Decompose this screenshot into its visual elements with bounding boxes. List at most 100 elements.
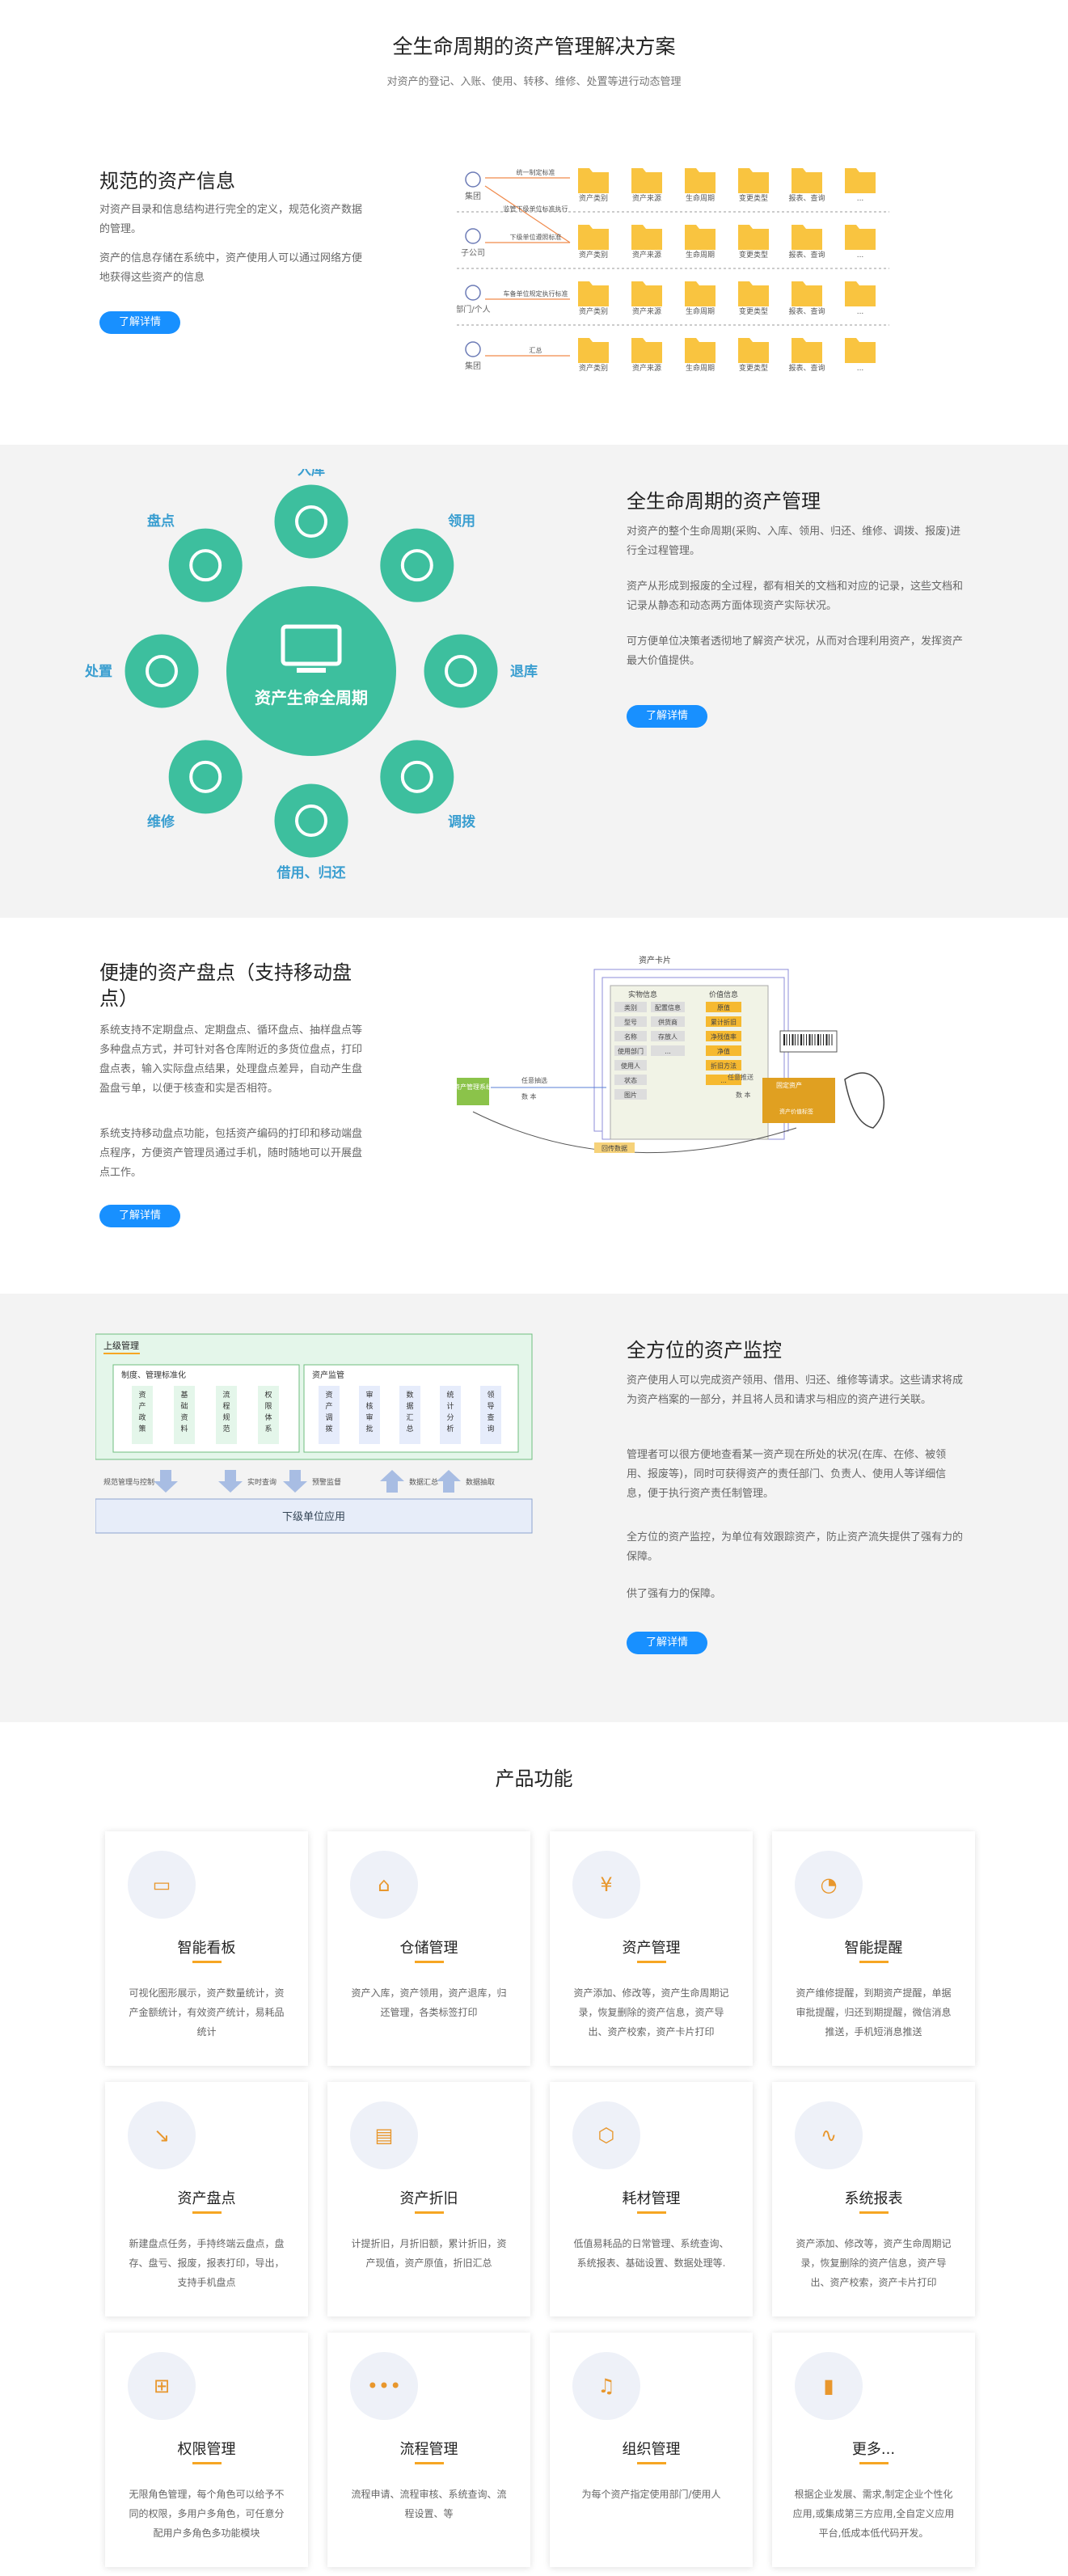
value-label: 净值 xyxy=(717,1047,730,1055)
field-label: ... xyxy=(665,1048,671,1055)
barcode-bar xyxy=(812,1034,813,1045)
monitor-stand xyxy=(297,668,326,673)
product-desc: 资产添加、修改等，资产生命周期记录，恢复删除的资产信息，资产导出、资产校索，资产… xyxy=(796,2238,952,2288)
gear-icon xyxy=(166,737,245,817)
field-label: 状态 xyxy=(624,1076,637,1084)
flow-arrow xyxy=(380,1470,404,1493)
field-label: 使用部门 xyxy=(618,1047,644,1055)
folder-icon xyxy=(578,225,609,250)
product-card[interactable]: ⌂ 仓储管理 资产入库，资产领用，资产退库，归还管理，各类标签打印 xyxy=(327,1831,530,2066)
folder-label: ... xyxy=(857,365,864,373)
product-card[interactable]: ∿ 系统报表 资产添加、修改等，资产生命周期记录，恢复删除的资产信息，资产导出、资产… xyxy=(772,2082,975,2316)
accent-line xyxy=(192,2462,222,2464)
lifecycle-label: 借用、归还 xyxy=(276,864,347,881)
policy-char: 权 xyxy=(264,1390,272,1400)
folder-label: ... xyxy=(857,195,864,203)
value-label: ... xyxy=(720,1077,727,1084)
dashboard-icon: ▭ xyxy=(128,1851,196,1919)
monitor-char: 审 xyxy=(365,1390,373,1400)
folder-label: 报表、查询 xyxy=(788,193,825,203)
monitor-char: 计 xyxy=(446,1401,454,1411)
product-card[interactable]: ◔ 智能提醒 资产维修提醒，到期资产提醒，单据审批提醒，归还到期提醒，微信消息推送，… xyxy=(772,1831,975,2066)
monitor-char: 总 xyxy=(406,1424,413,1434)
lifecycle-label: 维修 xyxy=(147,813,175,830)
section-text: 全方位的资产监控，为单位有效跟踪资产，防止资产流失提供了强有力的保障。 xyxy=(627,1531,964,1563)
section-title: 全生命周期的资产管理 xyxy=(627,490,821,513)
folder-icon xyxy=(738,225,769,250)
product-card[interactable]: ⊞ 权限管理 无限角色管理，每个角色可以给予不同的权限，多用户多角色，可任意分配用户… xyxy=(105,2333,308,2567)
product-card[interactable]: ••• 流程管理 流程申请、流程审核、系统查询、流程设置、等 xyxy=(327,2333,530,2567)
monitor-char: 审 xyxy=(365,1413,373,1422)
folder-label: 生命周期 xyxy=(686,250,715,260)
system-box xyxy=(457,1078,489,1105)
accent-line xyxy=(859,2462,889,2464)
accent-line xyxy=(637,1961,666,1963)
learn-more-button[interactable]: 了解详情 xyxy=(627,1632,707,1654)
folder-icon xyxy=(845,168,876,193)
scanner-icon xyxy=(844,1072,885,1129)
lifecycle-label: 领用 xyxy=(448,513,475,530)
flow-arrow xyxy=(218,1470,243,1493)
consumable-icon: ⬡ xyxy=(572,2101,640,2169)
section-title: 规范的资产信息 xyxy=(99,170,235,192)
policy-char: 限 xyxy=(264,1402,272,1411)
section-lifecycle: 资产生命全周期 入库 领用 退库 调拨 借用、归还 维修 处置 盘点 全生命周期的资产管理 对资… xyxy=(0,445,1068,918)
inventory-diagram: 资产卡片实物信息 价值信息类别型号名称使用部门使用人状态图片 配置信息供货商存放人.… xyxy=(457,955,885,1154)
lifecycle-label: 入库 xyxy=(298,469,325,479)
accent-line xyxy=(192,1961,222,1963)
cloud-icon xyxy=(378,737,457,817)
product-name: 流程管理 xyxy=(399,2441,458,2458)
arrow-label: 任意推送 xyxy=(728,1073,754,1081)
folder-icon xyxy=(685,168,716,193)
barcode-bar xyxy=(800,1034,802,1045)
policy-char: 体 xyxy=(264,1413,272,1422)
folder-label: 生命周期 xyxy=(686,363,715,373)
folder-icon xyxy=(578,168,609,193)
learn-more-button[interactable]: 了解详情 xyxy=(99,1205,180,1227)
accent-line xyxy=(637,2211,666,2214)
policy-char: 产 xyxy=(138,1401,146,1411)
folder-label: 变更类型 xyxy=(739,250,768,260)
monitor-char: 汇 xyxy=(406,1413,413,1422)
monitor-char: 导 xyxy=(487,1402,494,1411)
product-card[interactable]: ⬡ 耗材管理 低值易耗品的日常管理、系统查询、系统报表、基础设置、数据处理等. xyxy=(550,2082,753,2316)
folder-label: 生命周期 xyxy=(686,193,715,203)
depreciation-icon: ▤ xyxy=(350,2101,418,2169)
barcode-bar xyxy=(817,1034,819,1045)
product-card[interactable]: ▮ 更多... 根据企业发展、需求,制定企业个性化应用,或集成第三方应用,全自定义应… xyxy=(772,2333,975,2567)
monitor-char: 批 xyxy=(365,1424,373,1434)
section-text: 对资产目录和信息结构进行完全的定义，规范化资产数据的管理。 xyxy=(99,204,363,235)
org-label: 部门/个人 xyxy=(457,304,491,315)
folder-icon xyxy=(738,168,769,193)
calendar-icon xyxy=(272,781,351,860)
col-title: 价值信息 xyxy=(709,990,738,999)
folder-label: 变更类型 xyxy=(739,306,768,316)
product-card[interactable]: ▤ 资产折旧 计提折旧，月折旧额，累计折旧，资产现值，资产原值，折旧汇总 xyxy=(327,2082,530,2316)
policy-char: 范 xyxy=(222,1424,230,1434)
monitor-char: 析 xyxy=(446,1424,454,1434)
folder-icon xyxy=(631,338,662,363)
folder-icon xyxy=(685,338,716,363)
arrow-label: 数据汇总 xyxy=(409,1477,438,1487)
folder-label: 报表、查询 xyxy=(788,306,825,316)
product-name: 组织管理 xyxy=(622,2441,681,2458)
folder-label: 资产来源 xyxy=(632,250,661,260)
product-card[interactable]: ▭ 智能看板 可视化图形展示，资产数量统计，资产金额统计，有效资产统计，易耗品统计 xyxy=(105,1831,308,2066)
arrow-label: 数据抽取 xyxy=(466,1477,495,1487)
folder-label: 资产类别 xyxy=(579,250,608,260)
bottom-label: 下级单位应用 xyxy=(282,1510,345,1523)
policy-char: 程 xyxy=(222,1402,230,1411)
folder-icon xyxy=(792,338,822,363)
folder-label: ... xyxy=(857,308,864,316)
product-desc: 为每个资产指定使用部门/使用人 xyxy=(581,2489,721,2500)
report-icon: ∿ xyxy=(795,2101,863,2169)
product-card[interactable]: ↘ 资产盘点 新建盘点任务，手持终端云盘点，盘存、盘亏、报废，报表打印，导出，支持手… xyxy=(105,2082,308,2316)
folder-icon xyxy=(738,338,769,363)
learn-more-button[interactable]: 了解详情 xyxy=(99,311,180,334)
folder-label: 报表、查询 xyxy=(788,363,825,373)
search-icon xyxy=(166,526,245,605)
learn-more-button[interactable]: 了解详情 xyxy=(627,705,707,728)
product-card[interactable]: ¥ 资产管理 资产添加、修改等，资产生命周期记录，恢复删除的资产信息，资产导出、资产… xyxy=(550,1831,753,2066)
product-card[interactable]: ♫ 组织管理 为每个资产指定使用部门/使用人 xyxy=(550,2333,753,2567)
product-name: 更多... xyxy=(851,2441,896,2458)
